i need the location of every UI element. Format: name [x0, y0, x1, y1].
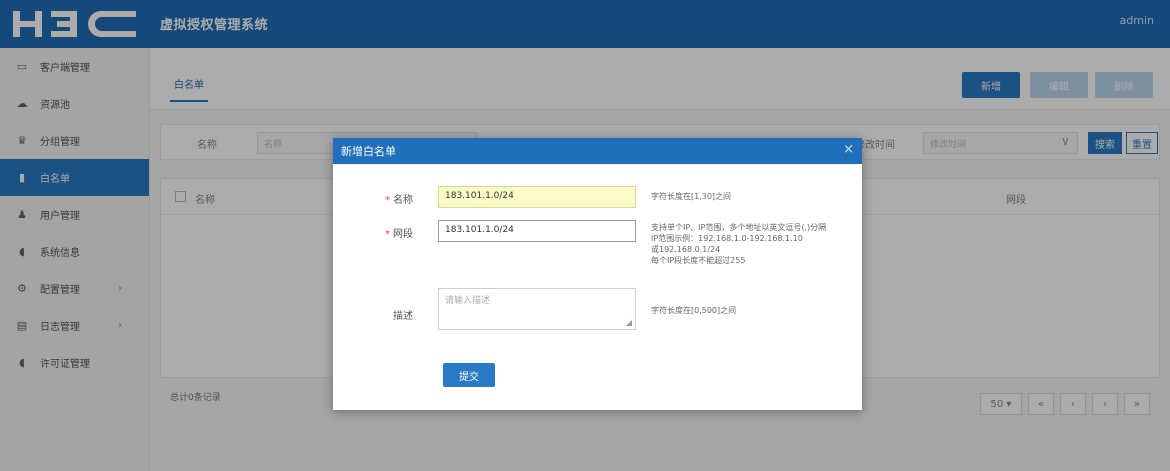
segment-input[interactable]: 183.101.1.0/24 — [438, 220, 636, 242]
required-mark: * — [385, 195, 390, 206]
resize-handle-icon[interactable]: ◢ — [626, 318, 632, 327]
description-textarea[interactable]: 请输入描述 ◢ — [438, 288, 636, 330]
name-hint: 字符长度在[1,30]之间 — [651, 192, 732, 201]
description-hint: 字符长度在[0,500]之间 — [651, 306, 737, 315]
name-label-text: 名称 — [393, 195, 413, 206]
submit-button[interactable]: 提交 — [443, 363, 495, 387]
segment-label: * 网段 — [353, 225, 413, 240]
dialog-header: 新增白名单 × — [333, 138, 862, 164]
name-input[interactable]: 183.101.1.0/24 — [438, 186, 636, 208]
segment-label-text: 网段 — [393, 229, 413, 240]
segment-hint-line: 每个IP段长度不能超过255 — [651, 256, 746, 265]
description-placeholder: 请输入描述 — [445, 296, 491, 306]
segment-hint-line: IP范围示例：192.168.1.0-192.168.1.10 — [651, 234, 803, 243]
add-whitelist-dialog: 新增白名单 × * 名称 183.101.1.0/24 字符长度在[1,30]之间… — [333, 138, 862, 410]
description-label: 描述 — [393, 311, 413, 322]
segment-hint-line: 或192.168.0.1/24 — [651, 245, 721, 254]
dialog-title: 新增白名单 — [341, 145, 396, 158]
close-icon[interactable]: × — [843, 142, 854, 157]
segment-hint-line: 支持单个IP、IP范围，多个地址以英文逗号(,)分隔 — [651, 223, 827, 232]
required-mark: * — [385, 229, 390, 240]
name-label: * 名称 — [353, 191, 413, 206]
segment-hint: 支持单个IP、IP范围，多个地址以英文逗号(,)分隔 IP范围示例：192.16… — [651, 222, 826, 266]
